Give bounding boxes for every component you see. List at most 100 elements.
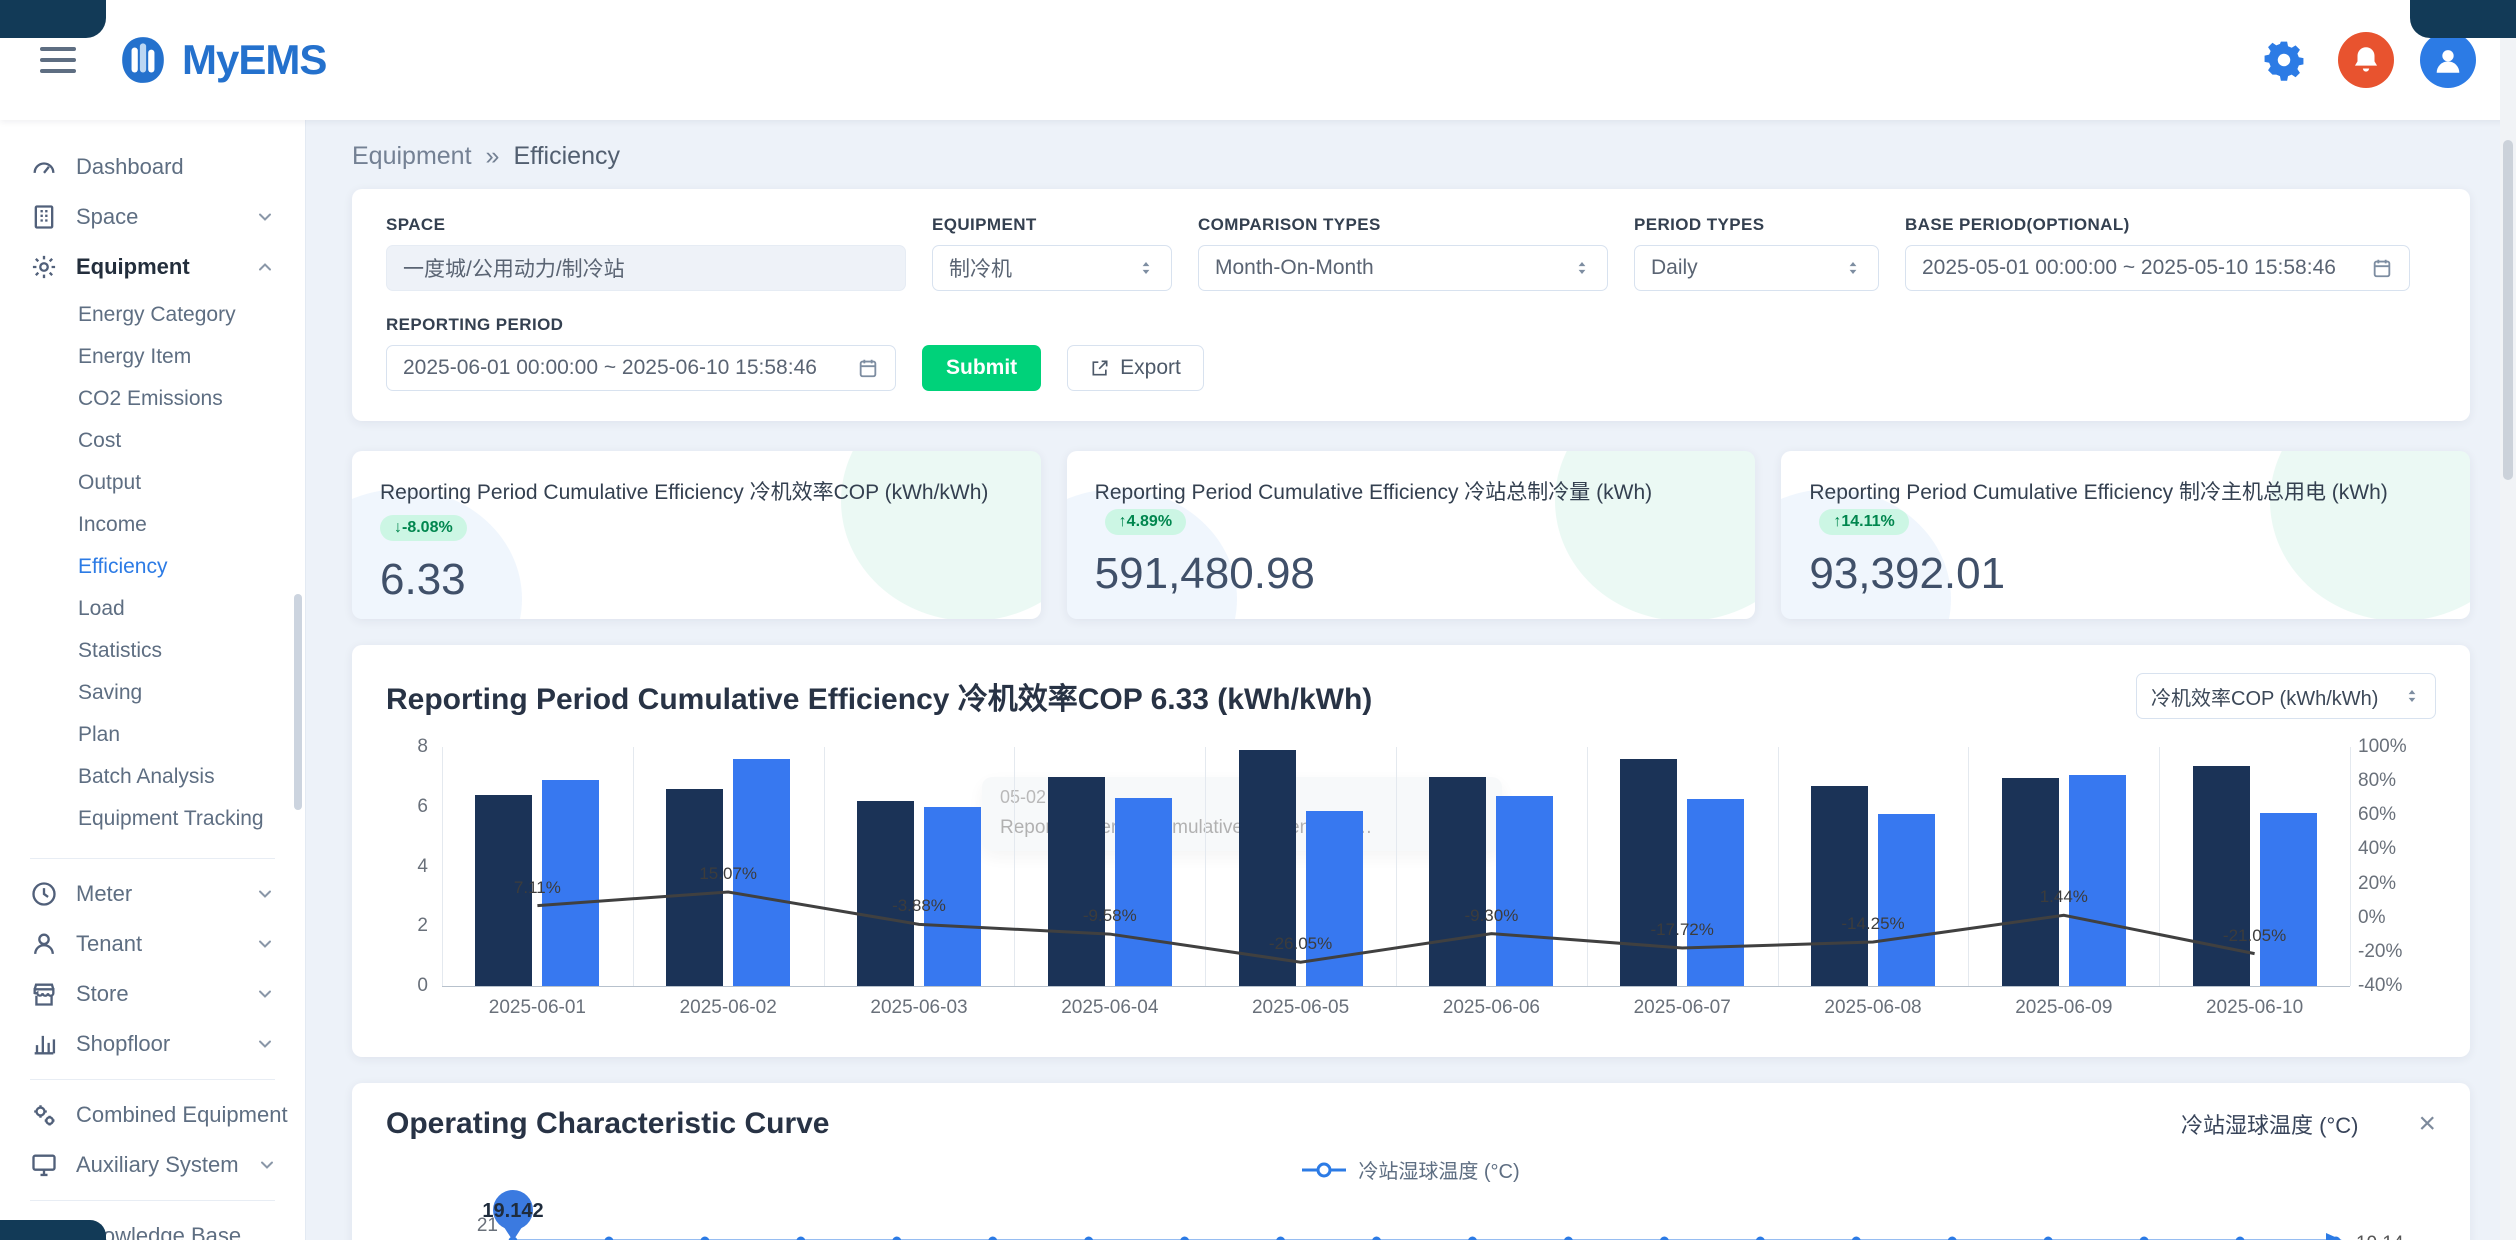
window-corner-top-right: [2410, 0, 2516, 38]
sidebar-subitem-statistics[interactable]: Statistics: [0, 630, 305, 672]
sidebar-item-label: Dashboard: [76, 154, 184, 180]
sidebar-subitem-energy-item[interactable]: Energy Item: [0, 336, 305, 378]
updown-arrows-icon: [1844, 259, 1862, 277]
efficiency-chart-title: Reporting Period Cumulative Efficiency 冷…: [386, 674, 1372, 718]
sidebar-scrollbar-thumb[interactable]: [294, 594, 302, 810]
chevron-down-icon: [255, 984, 275, 1004]
y-axis-left-tick: 0: [386, 975, 428, 997]
reporting-period-value: 2025-06-01 00:00:00 ~ 2025-06-10 15:58:4…: [403, 356, 845, 380]
sidebar-subitem-plan[interactable]: Plan: [0, 714, 305, 756]
y-axis-right-tick: 20%: [2358, 873, 2436, 895]
close-icon[interactable]: ×: [2418, 1109, 2436, 1139]
sidebar-nav: Dashboard Space Equipment Energy CategoryEn…: [0, 142, 305, 1240]
y-axis-right-tick: -20%: [2358, 941, 2436, 963]
topbar: MyEMS: [0, 0, 2516, 120]
chevron-down-icon: [255, 1034, 275, 1054]
export-label: Export: [1120, 356, 1181, 380]
updown-arrows-icon: [1137, 259, 1155, 277]
sidebar-item-label: Space: [76, 204, 138, 230]
sidebar-item-store[interactable]: Store: [0, 969, 305, 1019]
reporting-period-input[interactable]: 2025-06-01 00:00:00 ~ 2025-06-10 15:58:4…: [386, 345, 896, 391]
metric-select[interactable]: 冷机效率COP (kWh/kWh): [2136, 673, 2436, 719]
sidebar-item-space[interactable]: Space: [0, 192, 305, 242]
curve-point: [1276, 1237, 1285, 1240]
submit-button[interactable]: Submit: [922, 345, 1041, 391]
curve-end-label: 19.14: [2356, 1233, 2404, 1240]
sidebar-item-tenant[interactable]: Tenant: [0, 919, 305, 969]
kpi-delta-badge: ↓-8.08%: [380, 515, 467, 541]
notifications-bell-icon[interactable]: [2338, 32, 2394, 88]
sidebar-item-label: Store: [76, 981, 129, 1007]
sidebar-subitem-output[interactable]: Output: [0, 462, 305, 504]
curve-arrow-icon: [2326, 1233, 2344, 1240]
curve-point: [1468, 1237, 1477, 1240]
y-axis-right-tick: 40%: [2358, 838, 2436, 860]
base-period-input[interactable]: 2025-05-01 00:00:00 ~ 2025-05-10 15:58:4…: [1905, 245, 2410, 291]
calendar-icon: [2371, 257, 2393, 279]
menu-icon[interactable]: [40, 40, 76, 80]
page-scrollbar-thumb[interactable]: [2503, 140, 2513, 480]
y-axis-right-tick: 60%: [2358, 804, 2436, 826]
sidebar-item-label: Equipment: [76, 254, 190, 280]
x-axis-label: 2025-06-03: [870, 997, 967, 1019]
metric-select-value: 冷机效率COP (kWh/kWh): [2151, 682, 2378, 711]
kpi-value: 6.33: [380, 555, 1013, 605]
updown-arrows-icon: [2403, 687, 2421, 705]
sidebar: Dashboard Space Equipment Energy CategoryEn…: [0, 120, 306, 1240]
sidebar-subitem-cost[interactable]: Cost: [0, 420, 305, 462]
curve-pin-icon: [502, 1224, 524, 1240]
sidebar-subitem-load[interactable]: Load: [0, 588, 305, 630]
settings-gear-icon[interactable]: [2256, 32, 2312, 88]
breadcrumb-section[interactable]: Equipment: [352, 142, 472, 171]
sidebar-item-combined-equipment[interactable]: Combined Equipment: [0, 1090, 305, 1140]
sidebar-item-label: Meter: [76, 881, 132, 907]
main-content: Equipment » Efficiency SPACE 一度城/公用动力/制冷…: [306, 120, 2516, 1240]
sidebar-subitem-co2-emissions[interactable]: CO2 Emissions: [0, 378, 305, 420]
user-avatar[interactable]: [2420, 32, 2476, 88]
sidebar-item-auxiliary-system[interactable]: Auxiliary System: [0, 1140, 305, 1190]
sidebar-subitem-efficiency[interactable]: Efficiency: [0, 546, 305, 588]
sidebar-item-meter[interactable]: Meter: [0, 869, 305, 919]
space-input[interactable]: 一度城/公用动力/制冷站: [386, 245, 906, 291]
y-axis-left-tick: 8: [386, 736, 428, 758]
curve-point: [2236, 1237, 2245, 1240]
sidebar-divider: [30, 858, 275, 859]
sidebar-subitem-saving[interactable]: Saving: [0, 672, 305, 714]
y-axis-left-tick: 4: [386, 856, 428, 878]
x-axis-label: 2025-06-08: [1824, 997, 1921, 1019]
kpi-title: Reporting Period Cumulative Efficiency 制…: [1809, 481, 2387, 504]
y-axis-right-tick: 100%: [2358, 736, 2436, 758]
equipment-gear-icon: [30, 253, 58, 281]
sidebar-item-dashboard[interactable]: Dashboard: [0, 142, 305, 192]
sidebar-item-equipment[interactable]: Equipment: [0, 242, 305, 292]
page-scrollbar[interactable]: [2500, 0, 2516, 1240]
sidebar-subitem-income[interactable]: Income: [0, 504, 305, 546]
sidebar-subitem-batch-analysis[interactable]: Batch Analysis: [0, 756, 305, 798]
kpi-title: Reporting Period Cumulative Efficiency 冷…: [380, 481, 988, 504]
curve-parameter-label[interactable]: 冷站湿球温度 (°C): [2181, 1108, 2358, 1140]
curve-legend[interactable]: 冷站湿球温度 (°C): [386, 1155, 2436, 1184]
equipment-select[interactable]: 制冷机: [932, 245, 1172, 291]
sidebar-submenu: Energy CategoryEnergy ItemCO2 EmissionsC…: [0, 292, 305, 848]
sidebar-subitem-equipment-tracking[interactable]: Equipment Tracking: [0, 798, 305, 840]
comparison-types-label: COMPARISON TYPES: [1198, 215, 1608, 235]
export-icon: [1090, 358, 1110, 378]
curve-plot: 211819.1419.142: [386, 1184, 2436, 1240]
curve-point: [1852, 1237, 1861, 1240]
equipment-label: EQUIPMENT: [932, 215, 1172, 235]
curve-point: [1180, 1237, 1189, 1240]
curve-chart-card: Operating Characteristic Curve 冷站湿球温度 (°…: [352, 1083, 2470, 1240]
window-corner-bottom-left: [0, 1220, 106, 1240]
export-button[interactable]: Export: [1067, 345, 1204, 391]
brand[interactable]: MyEMS: [118, 35, 326, 85]
x-axis-label: 2025-06-09: [2015, 997, 2112, 1019]
comparison-types-select[interactable]: Month-On-Month: [1198, 245, 1608, 291]
building-icon: [30, 203, 58, 231]
x-axis-label: 2025-06-06: [1443, 997, 1540, 1019]
base-period-label: BASE PERIOD(OPTIONAL): [1905, 215, 2410, 235]
sidebar-subitem-energy-category[interactable]: Energy Category: [0, 294, 305, 336]
kpi-value: 93,392.01: [1809, 549, 2442, 599]
period-types-select[interactable]: Daily: [1634, 245, 1879, 291]
sidebar-divider: [30, 1200, 275, 1201]
sidebar-item-shopfloor[interactable]: Shopfloor: [0, 1019, 305, 1069]
